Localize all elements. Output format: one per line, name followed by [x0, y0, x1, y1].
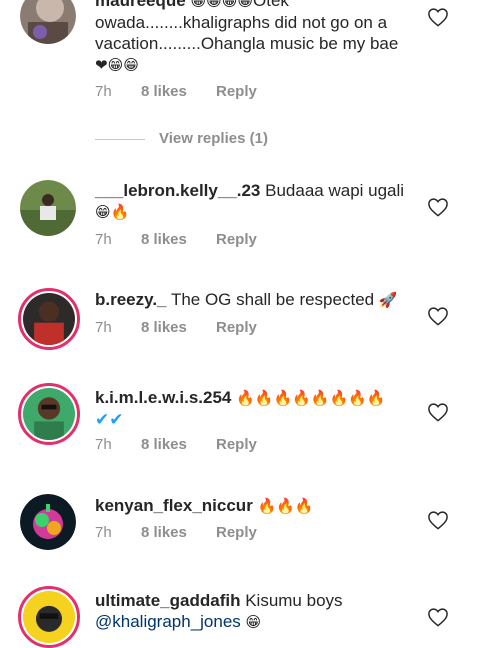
comment-text: maureeque 😁😁😁😁Otek owada........khaligra… [95, 0, 407, 76]
comment-emoji: 🚀 [378, 292, 398, 309]
comment-username[interactable]: ultimate_gaddafih [95, 591, 240, 610]
comment-meta: 7h 8 likes Reply [95, 523, 257, 543]
comment-username[interactable]: k.i.m.l.e.w.i.s.254 [95, 388, 231, 407]
comment-body: Budaaa wapi ugali [265, 181, 405, 200]
view-replies-label: View replies (1) [159, 130, 268, 147]
reply-button[interactable]: Reply [216, 523, 257, 543]
avatar[interactable] [20, 494, 76, 550]
checkmark-icon: ✔✔ [95, 410, 124, 429]
heart-outline-icon[interactable] [427, 402, 449, 422]
heart-outline-icon[interactable] [427, 197, 449, 217]
comment-time: 7h [95, 436, 112, 453]
comment-meta: 7h 8 likes Reply [95, 435, 257, 455]
avatar-with-story-ring[interactable] [18, 383, 80, 445]
comment-body: The OG shall be respected [170, 290, 375, 309]
comment-username[interactable]: kenyan_flex_niccur [95, 496, 253, 515]
reply-button[interactable]: Reply [216, 435, 257, 455]
comment-emoji: 🔥🔥🔥🔥🔥🔥🔥🔥 [236, 390, 386, 407]
comment-meta: 7h 8 likes Reply [95, 230, 257, 250]
avatar-image [20, 494, 76, 550]
comment-time: 7h [95, 524, 112, 541]
avatar[interactable] [20, 0, 76, 44]
comment-username[interactable]: maureeque [95, 0, 186, 10]
avatar-image [23, 293, 75, 345]
comment-likes[interactable]: 8 likes [141, 82, 216, 102]
comment-meta: 7h 8 likes Reply [95, 82, 257, 102]
reply-button[interactable]: Reply [216, 82, 257, 102]
comment-emoji: 😁 [245, 614, 262, 631]
comment-body: Kisumu boys [245, 591, 343, 610]
comment-likes[interactable]: 8 likes [141, 523, 216, 543]
heart-outline-icon[interactable] [427, 7, 449, 27]
avatar-image [23, 591, 75, 643]
reply-button[interactable]: Reply [216, 230, 257, 250]
comment-time: 7h [95, 83, 112, 100]
comment-time: 7h [95, 319, 112, 336]
heart-outline-icon[interactable] [427, 607, 449, 627]
reply-button[interactable]: Reply [216, 318, 257, 338]
comment-text: k.i.m.l.e.w.i.s.254 🔥🔥🔥🔥🔥🔥🔥🔥 ✔✔ [95, 387, 407, 430]
comment-text: ultimate_gaddafih Kisumu boys @khaligrap… [95, 590, 407, 633]
comment-text: kenyan_flex_niccur 🔥🔥🔥 [95, 495, 407, 517]
view-replies-button[interactable]: View replies (1) [95, 128, 268, 150]
mention-link[interactable]: @khaligraph_jones [95, 612, 241, 631]
comment-meta: 7h 8 likes Reply [95, 318, 257, 338]
divider-line [95, 138, 145, 140]
avatar-with-story-ring[interactable] [18, 586, 80, 648]
comment-username[interactable]: b.reezy._ [95, 290, 167, 309]
comment-likes[interactable]: 8 likes [141, 318, 216, 338]
heart-outline-icon[interactable] [427, 306, 449, 326]
avatar-with-story-ring[interactable] [18, 288, 80, 350]
comment-emoji: 🔥🔥🔥 [257, 498, 314, 515]
avatar[interactable] [20, 180, 76, 236]
comment-time: 7h [95, 231, 112, 248]
avatar-image [23, 388, 75, 440]
comment-emoji: 😁😁😁😁 [190, 0, 253, 10]
comment-text: ___lebron.kelly__.23 Budaaa wapi ugali 😁… [95, 180, 407, 223]
avatar-image [20, 0, 76, 44]
comment-text: b.reezy._ The OG shall be respected 🚀 [95, 289, 407, 311]
comment-likes[interactable]: 8 likes [141, 230, 216, 250]
comment-username[interactable]: ___lebron.kelly__.23 [95, 181, 260, 200]
comment-likes[interactable]: 8 likes [141, 435, 216, 455]
comment-emoji: ❤😁😁 [95, 57, 139, 74]
avatar-image [20, 180, 76, 236]
heart-outline-icon[interactable] [427, 510, 449, 530]
comment-emoji: 😁🔥 [95, 204, 130, 221]
